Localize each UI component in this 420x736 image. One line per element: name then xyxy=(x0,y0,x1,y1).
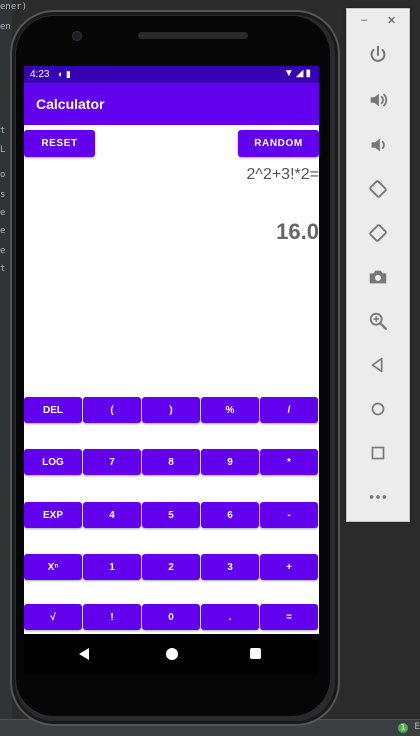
nav-home-icon[interactable] xyxy=(166,648,178,660)
status-time: 4:23 xyxy=(30,69,50,80)
emulator-toolbar: – ✕ xyxy=(346,8,410,522)
random-button[interactable]: RANDOM xyxy=(238,130,319,157)
android-nav-bar xyxy=(24,634,319,674)
code-fragment: t xyxy=(0,264,6,274)
key-8[interactable]: 8 xyxy=(142,449,200,475)
key-sqrt[interactable]: √ xyxy=(24,604,82,630)
rotate-left-icon[interactable] xyxy=(364,175,392,203)
code-fragment: e xyxy=(0,246,6,256)
rotate-right-icon[interactable] xyxy=(364,219,392,247)
key-power[interactable]: Xⁿ xyxy=(24,554,82,580)
home-icon[interactable] xyxy=(364,395,392,423)
code-fragment: t xyxy=(0,126,6,136)
camera-icon[interactable] xyxy=(364,263,392,291)
key-divide[interactable]: / xyxy=(260,397,318,423)
device-screen: 4:23 ◐ ▮ ▼◢▮ Calculator RESET RANDOM 2^2… xyxy=(24,66,319,634)
key-5[interactable]: 5 xyxy=(142,502,200,528)
code-fragment: en xyxy=(0,22,11,32)
close-button[interactable]: ✕ xyxy=(387,14,396,27)
key-2[interactable]: 2 xyxy=(142,554,200,580)
code-fragment: L xyxy=(0,145,6,155)
zoom-icon[interactable] xyxy=(364,307,392,335)
key-plus[interactable]: + xyxy=(260,554,318,580)
code-fragment: e xyxy=(0,226,6,236)
key-6[interactable]: 6 xyxy=(201,502,259,528)
ide-status-text: E xyxy=(414,722,420,732)
app-bar: Calculator xyxy=(24,83,319,125)
key-4[interactable]: 4 xyxy=(83,502,141,528)
nav-recents-icon[interactable] xyxy=(250,648,261,659)
volume-up-icon[interactable] xyxy=(364,86,392,114)
key-3[interactable]: 3 xyxy=(201,554,259,580)
key-factorial[interactable]: ! xyxy=(83,604,141,630)
code-fragment: o xyxy=(0,170,6,180)
key-minus[interactable]: - xyxy=(260,502,318,528)
result-display: 16.0 xyxy=(276,219,319,244)
code-fragment: ener) xyxy=(0,2,28,12)
reset-button[interactable]: RESET xyxy=(24,130,95,157)
key-9[interactable]: 9 xyxy=(201,449,259,475)
power-icon[interactable] xyxy=(364,41,392,69)
notification-icons: ◐ ▮ xyxy=(58,69,71,79)
key-multiply[interactable]: * xyxy=(260,449,318,475)
key-equals[interactable]: = xyxy=(260,604,318,630)
key-exp[interactable]: EXP xyxy=(24,502,82,528)
key-1[interactable]: 1 xyxy=(83,554,141,580)
key-decimal[interactable]: . xyxy=(201,604,259,630)
overview-icon[interactable] xyxy=(364,439,392,467)
nav-back-icon[interactable] xyxy=(79,648,89,660)
key-open-paren[interactable]: ( xyxy=(83,397,141,423)
key-close-paren[interactable]: ) xyxy=(142,397,200,423)
key-log[interactable]: LOG xyxy=(24,449,82,475)
code-fragment: s xyxy=(0,190,6,200)
android-status-bar: 4:23 ◐ ▮ ▼◢▮ xyxy=(24,66,319,83)
key-0[interactable]: 0 xyxy=(142,604,200,630)
app-title: Calculator xyxy=(36,96,105,112)
front-camera xyxy=(72,31,82,41)
code-fragment: e xyxy=(0,208,6,218)
notification-badge[interactable]: 1 xyxy=(398,723,408,733)
key-7[interactable]: 7 xyxy=(83,449,141,475)
more-icon[interactable] xyxy=(364,483,392,511)
earpiece-speaker xyxy=(138,32,248,39)
key-percent[interactable]: % xyxy=(201,397,259,423)
emulator-toolbar-header: – ✕ xyxy=(347,9,409,33)
volume-down-icon[interactable] xyxy=(364,131,392,159)
back-icon[interactable] xyxy=(364,351,392,379)
key-del[interactable]: DEL xyxy=(24,397,82,423)
minimize-button[interactable]: – xyxy=(361,14,367,26)
expression-display: 2^2+3!*2= xyxy=(246,166,319,183)
signal-battery-icons: ▼◢▮ xyxy=(283,68,313,79)
